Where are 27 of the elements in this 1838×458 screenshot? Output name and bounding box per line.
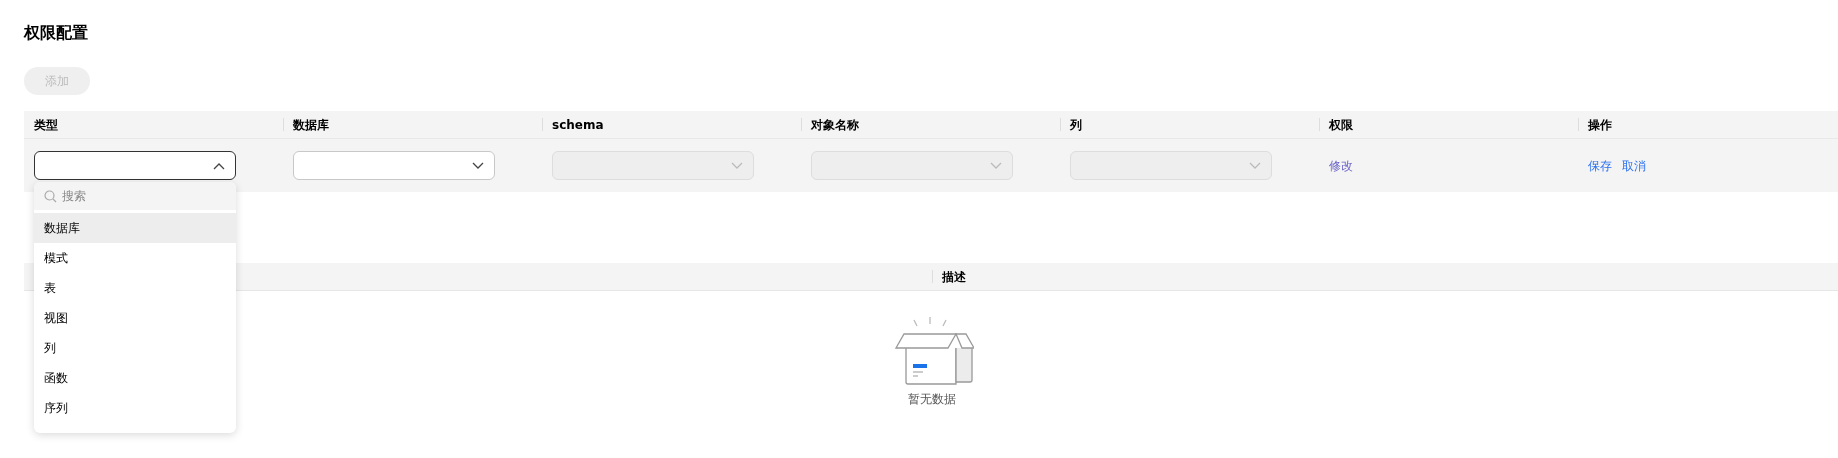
- page-title: 权限配置: [24, 22, 89, 44]
- column-header: 权限: [1329, 116, 1353, 134]
- caret-icon: [472, 161, 484, 170]
- column-header: 对象名称: [811, 116, 859, 134]
- dropdown-option[interactable]: 列: [34, 333, 236, 363]
- edit-link[interactable]: 修改: [1329, 156, 1353, 175]
- search-field[interactable]: 搜索: [34, 182, 236, 210]
- column-header: 操作: [1588, 116, 1612, 134]
- dropdown-option[interactable]: 函数: [34, 363, 236, 393]
- caret-icon: [990, 161, 1002, 170]
- column-header: 列: [1070, 116, 1082, 134]
- caret-icon: [213, 161, 225, 170]
- column-header: 数据库: [293, 116, 329, 134]
- dropdown-option[interactable]: 表: [34, 273, 236, 303]
- dropdown-option[interactable]: 数据库: [34, 213, 236, 243]
- caret-icon: [1249, 161, 1261, 170]
- caret-icon: [731, 161, 743, 170]
- action-link[interactable]: 取消: [1622, 156, 1646, 175]
- empty-message: 暂无数据: [908, 391, 956, 408]
- column-header: 类型: [34, 116, 58, 134]
- column-header: schema: [552, 116, 604, 134]
- dropdown-option[interactable]: 序列: [34, 393, 236, 423]
- dropdown-option[interactable]: 视图: [34, 303, 236, 333]
- select-field[interactable]: [34, 151, 236, 180]
- action-link[interactable]: 保存: [1588, 156, 1612, 175]
- column-header: 描述: [942, 268, 966, 286]
- dropdown-option[interactable]: 模式: [34, 243, 236, 273]
